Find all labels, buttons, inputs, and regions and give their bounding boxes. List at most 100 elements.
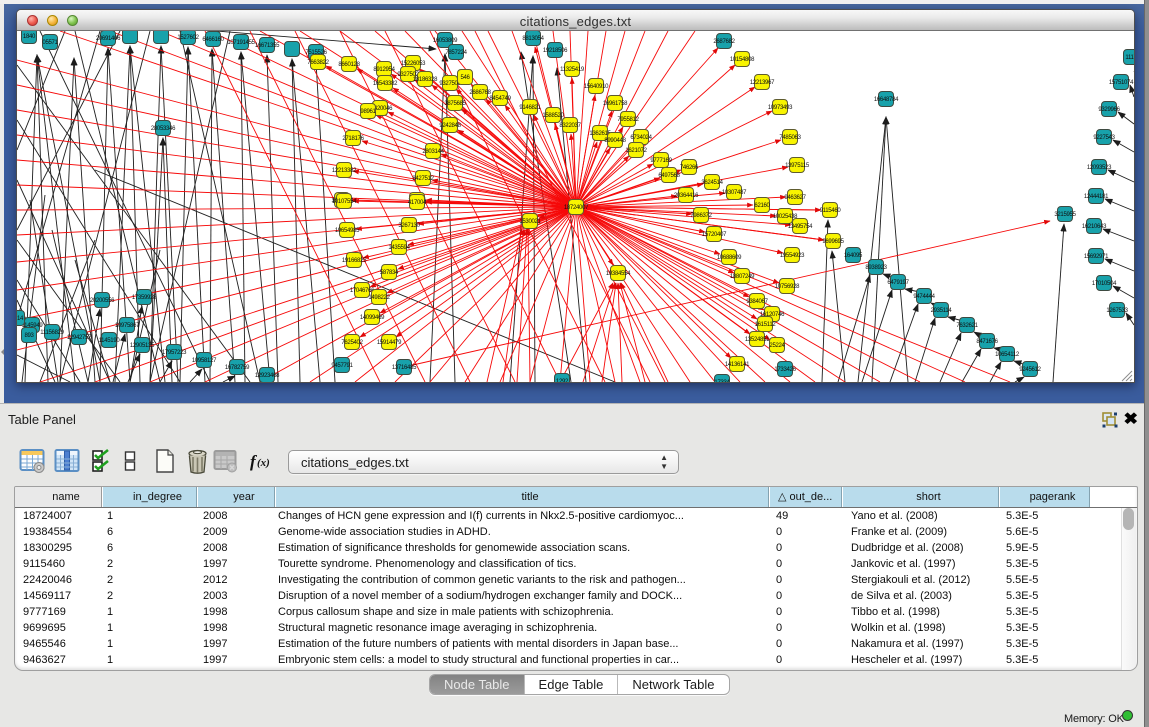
svg-text:10307487: 10307487 <box>722 190 747 196</box>
svg-text:8912954: 8912954 <box>373 67 395 73</box>
svg-text:19166825: 19166825 <box>342 258 367 264</box>
svg-text:9463627: 9463627 <box>784 195 806 201</box>
svg-text:3875685: 3875685 <box>444 101 466 107</box>
svg-text:19218506: 19218506 <box>543 48 568 54</box>
svg-text:1733426: 1733426 <box>774 367 796 373</box>
svg-text:19554923: 19554923 <box>780 253 805 259</box>
svg-text:10756928: 10756928 <box>775 284 800 290</box>
svg-text:2803144: 2803144 <box>422 149 444 155</box>
svg-text:3215955: 3215955 <box>1054 212 1076 218</box>
svg-text:19384554: 19384554 <box>606 271 631 277</box>
svg-text:62160: 62160 <box>754 203 770 209</box>
svg-text:12213382: 12213382 <box>332 168 357 174</box>
svg-text:587834: 587834 <box>380 270 399 276</box>
svg-text:12444181: 12444181 <box>1084 194 1109 200</box>
svg-text:1615112: 1615112 <box>755 322 777 328</box>
svg-text:17334: 17334 <box>714 380 730 382</box>
svg-text:1145190: 1145190 <box>99 338 121 344</box>
svg-text:10154808: 10154808 <box>730 57 755 63</box>
svg-text:2686768: 2686768 <box>469 90 491 96</box>
svg-text:(x): (x) <box>257 457 270 469</box>
svg-text:3624514: 3624514 <box>701 180 723 186</box>
svg-text:10975867: 10975867 <box>115 323 140 329</box>
svg-text:7857224: 7857224 <box>445 50 467 56</box>
svg-text:13524851: 13524851 <box>745 337 770 343</box>
svg-text:16543382: 16543382 <box>373 81 398 87</box>
svg-text:19654985: 19654985 <box>335 228 360 234</box>
svg-text:7485063: 7485063 <box>779 135 801 141</box>
svg-text:10973493: 10973493 <box>768 105 793 111</box>
svg-text:16671355: 16671355 <box>255 43 280 49</box>
svg-text:15640910: 15640910 <box>584 84 609 90</box>
svg-text:15751074: 15751074 <box>1109 80 1134 86</box>
svg-text:1588520: 1588520 <box>542 113 564 119</box>
svg-text:6497568: 6497568 <box>658 173 680 179</box>
svg-text:1530021: 1530021 <box>519 219 541 225</box>
svg-text:05571: 05571 <box>42 40 58 46</box>
svg-text:1621072: 1621072 <box>625 148 647 154</box>
svg-text:2718176: 2718176 <box>342 136 364 142</box>
svg-text:10654112: 10654112 <box>995 352 1020 358</box>
svg-text:11156829: 11156829 <box>40 330 64 336</box>
svg-text:13495754: 13495754 <box>788 224 813 230</box>
svg-text:1292: 1292 <box>556 379 569 382</box>
svg-text:18807249: 18807249 <box>730 274 755 280</box>
svg-text:8427512: 8427512 <box>412 176 434 182</box>
svg-text:164095: 164095 <box>844 253 863 259</box>
svg-text:6479197: 6479197 <box>887 280 909 286</box>
svg-text:1117: 1117 <box>1125 55 1134 61</box>
svg-text:8813054: 8813054 <box>522 36 544 42</box>
svg-text:7632621: 7632621 <box>956 323 978 329</box>
svg-text:7625402: 7625402 <box>341 340 363 346</box>
svg-text:417004: 417004 <box>408 200 427 206</box>
svg-text:9227543: 9227543 <box>1093 135 1115 141</box>
svg-text:8938923: 8938923 <box>865 265 887 271</box>
svg-text:16782759: 16782759 <box>225 365 250 371</box>
svg-text:18724007: 18724007 <box>564 205 589 211</box>
svg-text:12923468: 12923468 <box>255 373 280 379</box>
svg-text:9777169: 9777169 <box>650 158 672 164</box>
svg-text:25224: 25224 <box>769 343 785 349</box>
svg-text:12942757: 12942757 <box>67 335 92 341</box>
svg-text:6734024: 6734024 <box>630 135 652 141</box>
svg-text:16648784: 16648784 <box>874 97 899 103</box>
svg-text:12905135: 12905135 <box>130 343 155 349</box>
svg-text:15692971: 15692971 <box>1084 254 1109 260</box>
svg-text:20691406: 20691406 <box>96 36 121 42</box>
svg-text:10688609: 10688609 <box>717 255 742 261</box>
svg-text:107191455: 107191455 <box>227 40 255 46</box>
svg-text:15914479: 15914479 <box>377 340 402 346</box>
svg-text:2935114: 2935114 <box>931 308 953 314</box>
svg-text:9115460: 9115460 <box>820 208 842 214</box>
svg-text:8454749: 8454749 <box>489 96 511 102</box>
svg-text:13975115: 13975115 <box>785 163 810 169</box>
svg-text:9146821: 9146821 <box>519 105 541 111</box>
svg-text:10107554: 10107554 <box>332 199 357 205</box>
svg-text:8471676: 8471676 <box>976 339 998 345</box>
svg-text:9384067: 9384067 <box>746 299 768 305</box>
svg-text:1840: 1840 <box>23 34 36 40</box>
svg-text:1435594: 1435594 <box>388 245 410 251</box>
svg-text:6466160: 6466160 <box>202 37 224 43</box>
svg-text:546: 546 <box>460 75 470 81</box>
svg-text:8660128: 8660128 <box>338 62 360 68</box>
svg-text:9457791: 9457791 <box>331 363 353 369</box>
svg-text:13716485: 13716485 <box>392 365 417 371</box>
svg-text:16961758: 16961758 <box>603 101 628 107</box>
svg-text:2687682: 2687682 <box>713 39 735 45</box>
svg-text:3267130: 3267130 <box>398 223 420 229</box>
svg-text:98961: 98961 <box>360 109 376 115</box>
svg-text:16210643: 16210643 <box>1082 224 1107 230</box>
svg-text:8990448: 8990448 <box>604 138 626 144</box>
svg-text:12213967: 12213967 <box>750 80 775 86</box>
svg-text:11325419: 11325419 <box>560 67 585 73</box>
svg-text:28053346: 28053346 <box>151 126 176 132</box>
svg-text:20364416: 20364416 <box>674 193 699 199</box>
svg-text:9474444: 9474444 <box>913 294 935 300</box>
svg-text:17359928: 17359928 <box>132 295 157 301</box>
svg-text:1267533: 1267533 <box>1106 308 1128 314</box>
svg-text:18186328: 18186328 <box>413 77 438 83</box>
svg-text:17957223: 17957223 <box>162 350 187 356</box>
svg-text:746266: 746266 <box>680 165 699 171</box>
svg-text:14136141: 14136141 <box>725 362 750 368</box>
